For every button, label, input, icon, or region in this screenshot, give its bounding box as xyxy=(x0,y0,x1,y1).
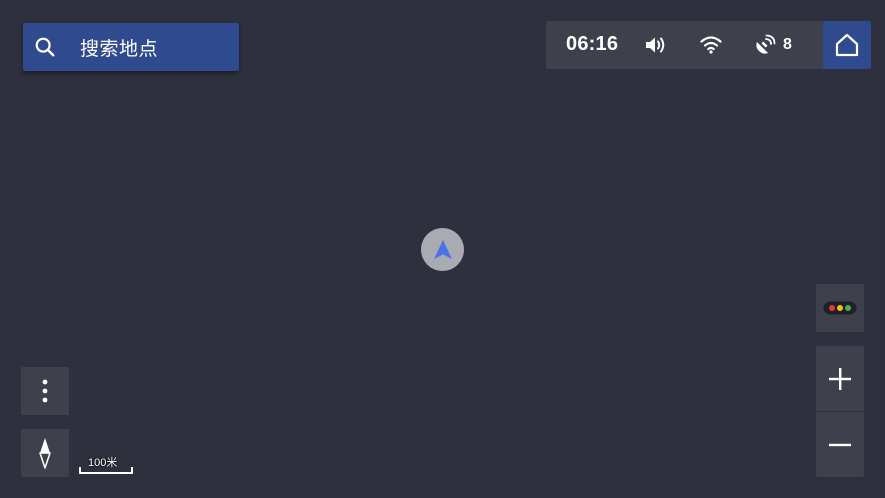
current-location-marker xyxy=(421,228,464,271)
plus-icon xyxy=(829,367,851,390)
zoom-out-button[interactable] xyxy=(816,412,864,477)
search-box[interactable]: 搜索地点 xyxy=(23,23,239,71)
wifi-icon[interactable] xyxy=(700,35,722,55)
more-vertical-icon xyxy=(42,379,48,403)
traffic-light-icon xyxy=(823,301,857,315)
search-placeholder: 搜索地点 xyxy=(80,37,159,60)
traffic-toggle-button[interactable] xyxy=(816,284,864,332)
compass-button[interactable] xyxy=(21,429,69,477)
status-bar: 06:16 8 xyxy=(546,21,823,69)
map-scale: 100米 xyxy=(79,452,134,477)
map-view[interactable]: 搜索地点 06:16 8 100米 xyxy=(0,0,885,498)
scale-bar xyxy=(79,467,133,474)
clock-time: 06:16 xyxy=(566,33,619,55)
gps-satellite-count: 8 xyxy=(783,36,792,53)
volume-icon[interactable] xyxy=(644,34,668,56)
search-icon xyxy=(35,37,55,57)
home-icon xyxy=(835,33,859,57)
home-button[interactable] xyxy=(823,21,871,69)
more-options-button[interactable] xyxy=(21,367,69,415)
gps-satellite-icon xyxy=(756,34,776,54)
zoom-in-button[interactable] xyxy=(816,346,864,411)
zoom-controls xyxy=(816,346,864,477)
navigation-arrow-icon xyxy=(433,239,452,259)
minus-icon xyxy=(829,443,851,446)
compass-icon xyxy=(39,438,51,469)
